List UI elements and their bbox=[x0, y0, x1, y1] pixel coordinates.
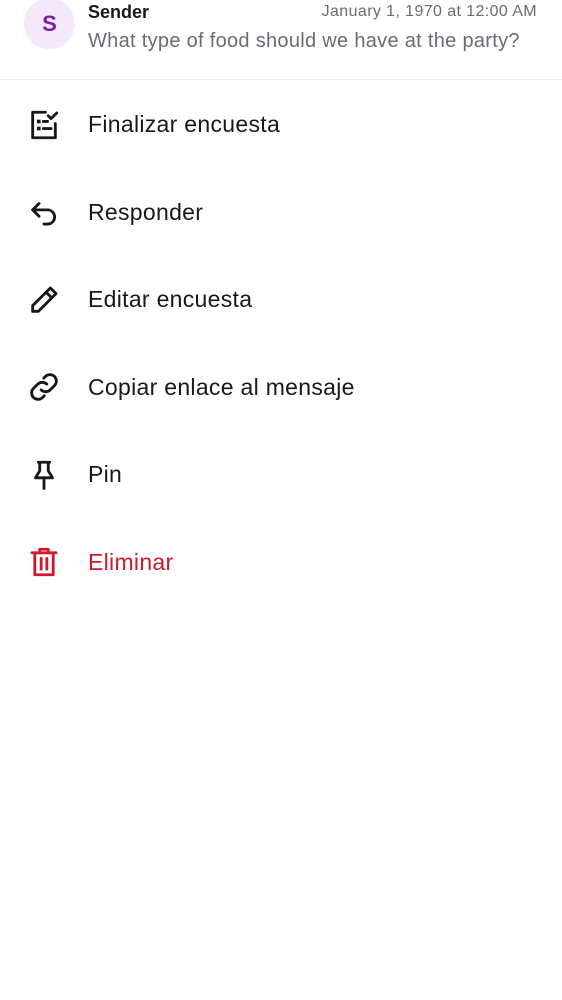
reply-action[interactable]: Responder bbox=[0, 169, 562, 257]
message-actions-sheet: S Sender January 1, 1970 at 12:00 AM Wha… bbox=[0, 0, 562, 1000]
pencil-icon bbox=[27, 283, 61, 317]
message-snippet: What type of food should we have at the … bbox=[88, 30, 520, 52]
trash-icon bbox=[27, 545, 61, 579]
delete-label: Eliminar bbox=[88, 548, 174, 575]
avatar: S bbox=[24, 0, 75, 49]
delete-action[interactable]: Eliminar bbox=[0, 519, 562, 607]
action-menu: Finalizar encuesta Responder Editar encu… bbox=[0, 81, 562, 606]
pin-action[interactable]: Pin bbox=[0, 431, 562, 519]
copy-link-label: Copiar enlace al mensaje bbox=[88, 373, 355, 400]
edit-poll-label: Editar encuesta bbox=[88, 286, 253, 313]
end-poll-action[interactable]: Finalizar encuesta bbox=[0, 81, 562, 169]
edit-poll-action[interactable]: Editar encuesta bbox=[0, 256, 562, 344]
copy-link-action[interactable]: Copiar enlace al mensaje bbox=[0, 344, 562, 432]
end-poll-icon bbox=[27, 108, 61, 142]
message-preview: S Sender January 1, 1970 at 12:00 AM Wha… bbox=[0, 0, 562, 80]
reply-icon bbox=[27, 195, 61, 229]
reply-label: Responder bbox=[88, 198, 204, 225]
message-timestamp: January 1, 1970 at 12:00 AM bbox=[321, 3, 537, 20]
end-poll-label: Finalizar encuesta bbox=[88, 111, 281, 138]
sender-name: Sender bbox=[88, 2, 150, 22]
pin-label: Pin bbox=[88, 461, 123, 488]
pin-icon bbox=[27, 458, 61, 492]
link-icon bbox=[27, 370, 61, 404]
